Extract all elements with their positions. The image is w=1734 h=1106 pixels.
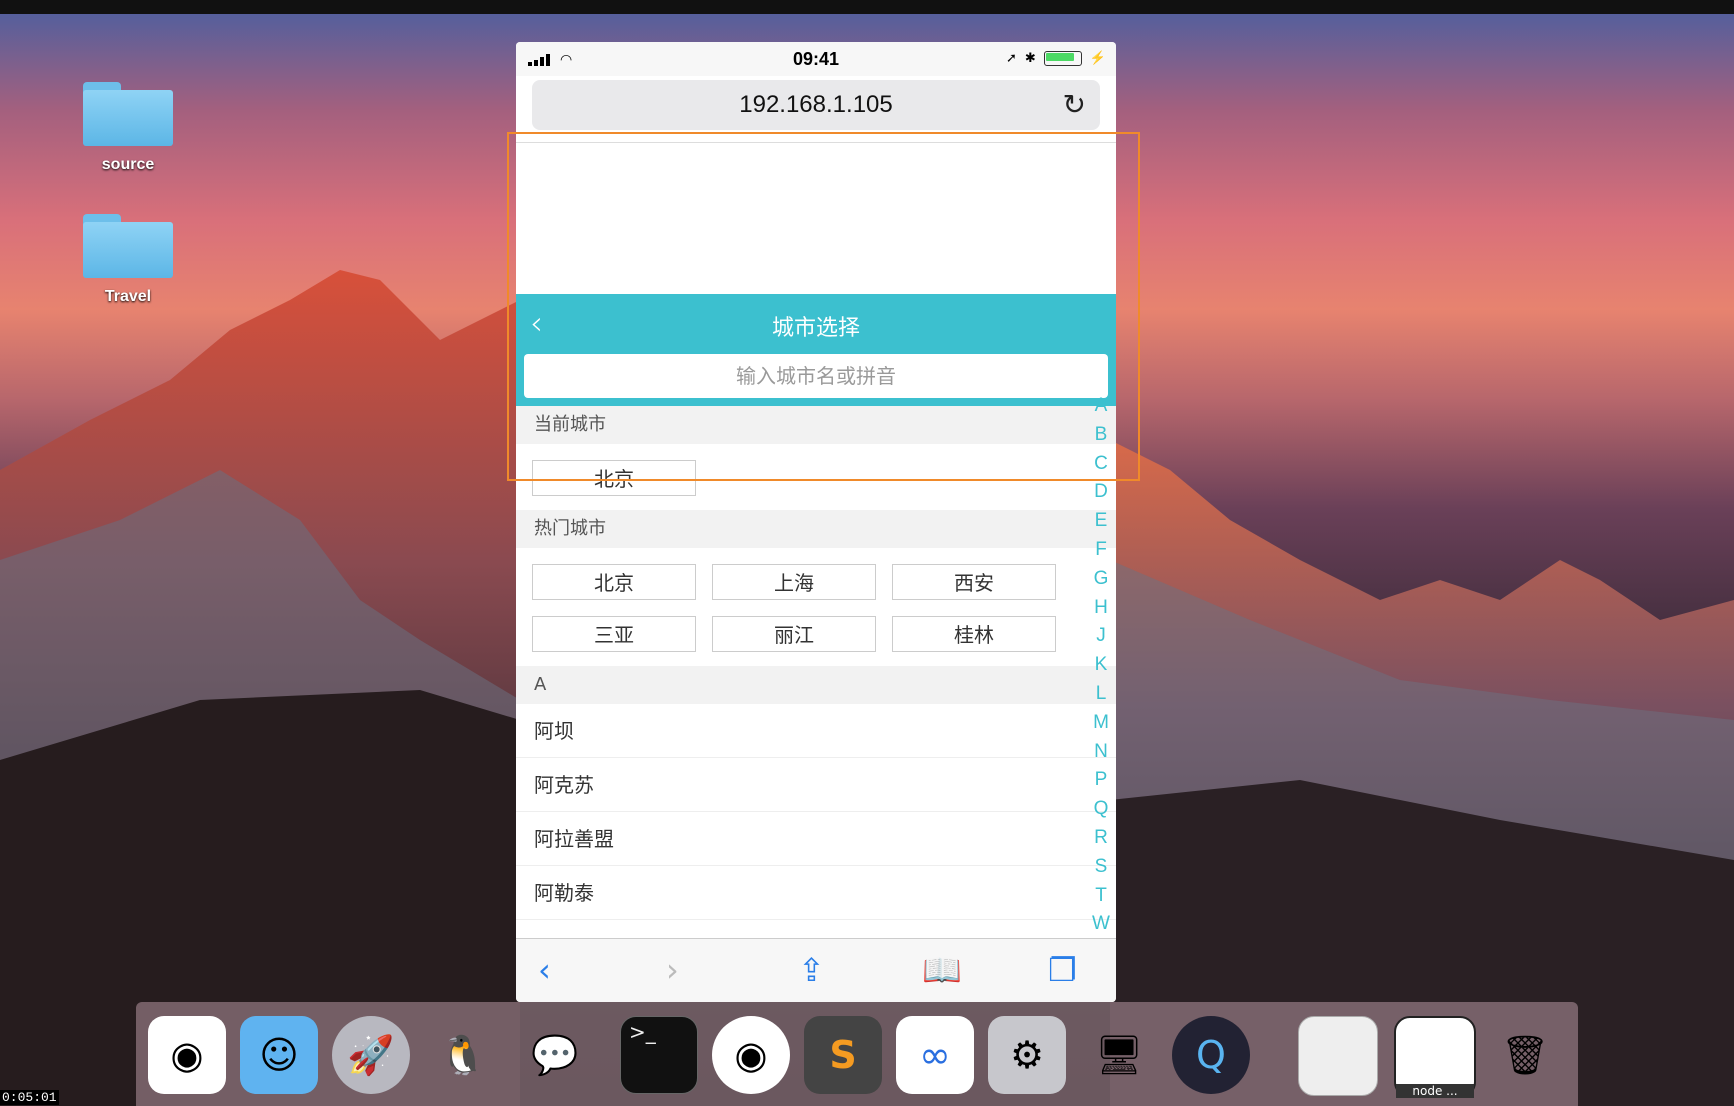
url-text[interactable]: 192.168.1.105 [532,91,1100,119]
hot-city-button[interactable]: 三亚 [532,616,696,652]
location-icon: ➚ [1006,50,1017,65]
keynote-icon[interactable]: 🖥 [1080,1016,1158,1094]
dock: ◉ ☺ 🚀 🐧 💬 >_ ◉ S ∞ ⚙ 🖥 Q node ... 🗑 [136,1002,1578,1106]
hot-city-button[interactable]: 丽江 [712,616,876,652]
folder-icon [83,82,173,146]
trash-icon[interactable]: 🗑 [1486,1016,1564,1094]
wechat-icon[interactable]: 💬 [516,1016,594,1094]
hot-city-area: 北京 上海 西安 三亚 丽江 桂林 [516,548,1116,666]
qq-icon[interactable]: 🐧 [424,1016,502,1094]
alphabet-letter[interactable]: N [1086,738,1116,767]
alphabet-letter[interactable]: W [1086,910,1116,939]
back-arrow-icon[interactable]: ‹ [538,951,551,989]
alphabet-letter[interactable]: D [1086,478,1116,507]
battery-icon [1043,50,1082,66]
reload-icon[interactable]: ↻ [1063,88,1086,121]
status-bar: ◠ 09:41 ➚ ✱ ⚡ [516,42,1116,76]
page-blank-area [516,142,1116,295]
alphabet-letter[interactable]: B [1086,421,1116,450]
city-list-item[interactable]: 阿勒泰 [516,866,1116,920]
node-window-label: node ... [1396,1084,1474,1098]
chrome-icon[interactable]: ◉ [712,1016,790,1094]
alphabet-letter[interactable]: E [1086,507,1116,536]
quicktime-icon[interactable]: Q [1172,1016,1250,1094]
share-icon[interactable]: ⇪ [798,951,825,989]
browser-toolbar: ‹ › ⇪ 📖 ❐ [516,938,1116,1002]
alphabet-letter[interactable]: S [1086,853,1116,882]
tabs-icon[interactable]: ❐ [1048,951,1077,989]
desktop-folder-travel[interactable]: Travel [68,214,188,306]
hot-city-button[interactable]: 北京 [532,564,696,600]
city-list-item[interactable]: 阿拉善盟 [516,812,1116,866]
section-title-group-a: A [516,666,1116,704]
phone-simulator: ◠ 09:41 ➚ ✱ ⚡ 192.168.1.105 ↻ ‹ 城市选择 当前城… [516,42,1116,1002]
chrome-icon[interactable]: ◉ [148,1016,226,1094]
desktop-folder-source[interactable]: source [68,82,188,174]
page-header: ‹ 城市选择 [516,294,1116,354]
alphabet-letter[interactable]: L [1086,680,1116,709]
alphabet-letter[interactable]: C [1086,450,1116,479]
city-list-item[interactable]: 阿坝 [516,704,1116,758]
search-bar [516,354,1116,406]
page-title: 城市选择 [771,316,860,341]
launchpad-icon[interactable]: 🚀 [332,1016,410,1094]
charging-icon: ⚡ [1089,50,1106,65]
section-title-hot: 热门城市 [516,510,1116,548]
sublime-icon[interactable]: S [804,1016,882,1094]
node-window-preview[interactable]: node ... [1394,1016,1476,1098]
current-city-area: 北京 [516,444,1116,510]
window-preview-icon[interactable] [1298,1016,1378,1096]
system-preferences-icon[interactable]: ⚙ [988,1016,1066,1094]
city-button-current[interactable]: 北京 [532,460,696,496]
forward-arrow-icon[interactable]: › [666,951,679,989]
search-input[interactable] [524,354,1108,398]
alphabet-letter[interactable]: T [1086,882,1116,911]
alphabet-letter[interactable]: A [1086,392,1116,421]
hot-city-button[interactable]: 桂林 [892,616,1056,652]
alphabet-letter[interactable]: F [1086,536,1116,565]
desktop-folder-label: Travel [104,288,152,305]
hot-city-button[interactable]: 上海 [712,564,876,600]
alphabet-letter[interactable]: R [1086,824,1116,853]
bluetooth-icon: ✱ [1024,50,1036,65]
alphabet-letter[interactable]: Q [1086,795,1116,824]
alphabet-letter[interactable]: G [1086,565,1116,594]
alphabet-letter[interactable]: H [1086,594,1116,623]
alphabet-index: ABCDEFGHJKLMNPQRSTW [1086,392,1116,939]
section-title-current: 当前城市 [516,406,1116,444]
terminal-icon[interactable]: >_ [620,1016,698,1094]
alphabet-letter[interactable]: K [1086,651,1116,680]
desktop-folder-label: source [101,156,155,173]
city-list-item[interactable]: 阿克苏 [516,758,1116,812]
alphabet-letter[interactable]: J [1086,622,1116,651]
video-timecode: 0:05:01 [0,1090,59,1105]
bookmarks-icon[interactable]: 📖 [922,951,962,989]
baidu-netdisk-icon[interactable]: ∞ [896,1016,974,1094]
alphabet-letter[interactable]: P [1086,766,1116,795]
hot-city-button[interactable]: 西安 [892,564,1056,600]
finder-icon[interactable]: ☺ [240,1016,318,1094]
status-indicators: ➚ ✱ ⚡ [1006,50,1106,66]
folder-icon [83,214,173,278]
alphabet-letter[interactable]: M [1086,709,1116,738]
address-bar[interactable]: 192.168.1.105 ↻ [532,80,1100,130]
